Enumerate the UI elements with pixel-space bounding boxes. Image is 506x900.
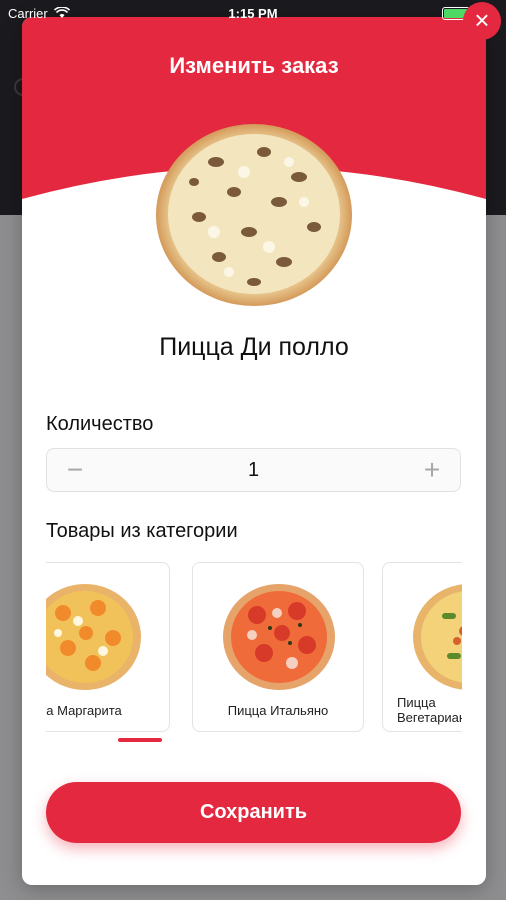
product-card[interactable]: а Маргарита: [46, 562, 170, 732]
product-card[interactable]: Пицца Вегетарианск: [382, 562, 462, 732]
product-card-name: Пицца Вегетарианск: [397, 695, 462, 725]
product-card[interactable]: Пицца Итальяно: [192, 562, 364, 732]
category-products-carousel[interactable]: а Маргарита Пицца Итальяно Пицца Вегетар…: [46, 562, 462, 737]
pizza-margarita-image: [46, 584, 141, 690]
increase-button[interactable]: +: [420, 456, 444, 484]
status-bar: Carrier 1:15 PM: [0, 0, 506, 26]
wifi-icon: [53, 7, 70, 18]
product-card-name: Пицца Итальяно: [227, 703, 329, 718]
product-name: Пицца Ди полло: [159, 333, 349, 361]
edit-order-modal: Изменить заказ Пицца Ди полло Количество…: [22, 17, 486, 885]
close-button[interactable]: ×: [463, 2, 501, 40]
pizza-vegetarian-image: [413, 584, 462, 690]
product-card-name: а Маргарита: [46, 703, 122, 718]
quantity-value: 1: [247, 458, 260, 481]
quantity-label: Количество: [46, 413, 154, 435]
status-time: 1:15 PM: [228, 5, 278, 21]
category-products-label: Товары из категории: [46, 520, 238, 542]
quantity-stepper: − 1 +: [46, 448, 461, 492]
modal-title: Изменить заказ: [169, 53, 339, 78]
pizza-italiano-image: [223, 584, 335, 690]
decrease-button[interactable]: −: [63, 456, 87, 484]
pizza-hero-image: [156, 124, 352, 306]
save-button[interactable]: Сохранить: [46, 782, 461, 843]
carrier-label: Carrier: [8, 5, 48, 21]
carousel-page-indicator: [118, 738, 162, 742]
status-left: Carrier: [8, 6, 70, 21]
